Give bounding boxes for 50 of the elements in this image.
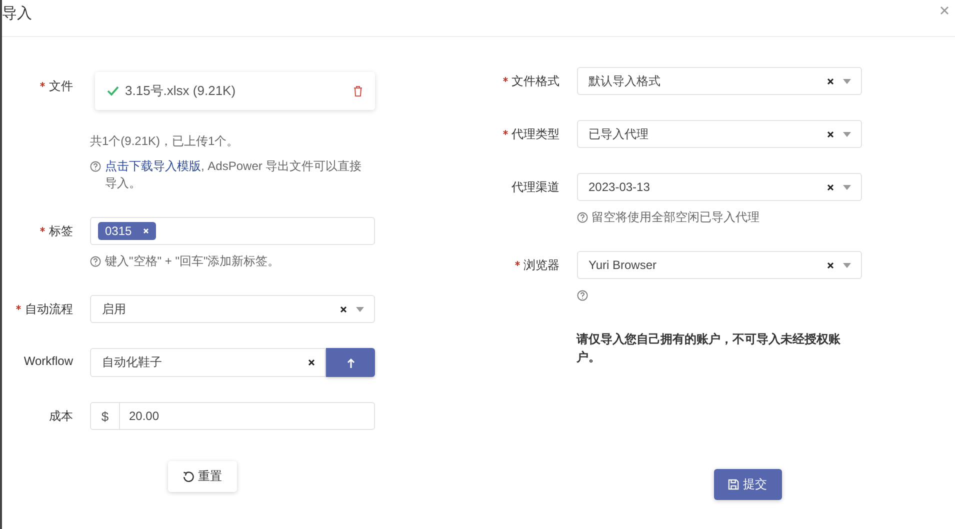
select-field[interactable]: 2023-03-13	[576, 173, 862, 201]
field-label: 文件	[49, 79, 73, 93]
warning-text: 请仅导入您自己拥有的账户，不可导入未经授权账户。	[576, 331, 842, 366]
field-label: 自动流程	[25, 302, 73, 316]
help-icon	[576, 212, 588, 223]
field-label: 文件格式	[512, 74, 560, 88]
file-name: 3.15号.xlsx (9.21K)	[125, 82, 236, 100]
arrow-up-icon	[346, 358, 354, 368]
select-field[interactable]: 启用	[90, 295, 375, 323]
clear-icon[interactable]	[340, 306, 347, 312]
caret-icon	[842, 262, 850, 268]
upload-summary: 共1个(9.21K)，已上传1个。	[90, 133, 240, 150]
caret-icon	[356, 306, 364, 312]
cost-field[interactable]: $ 20.00	[90, 402, 375, 430]
tag-chip: 0315	[98, 222, 156, 240]
clear-icon[interactable]	[826, 130, 834, 138]
caret-icon	[842, 184, 850, 190]
upload-button[interactable]	[326, 348, 375, 377]
help-text: 键入"空格" + "回车"添加新标签。	[105, 253, 281, 270]
select-field[interactable]: 默认导入格式	[576, 67, 862, 95]
close-icon[interactable]	[940, 6, 949, 15]
field-label: Workflow	[24, 354, 73, 368]
currency-prefix: $	[91, 403, 120, 429]
clear-icon[interactable]	[826, 78, 834, 84]
field-label: 代理类型	[512, 127, 560, 141]
workflow-field[interactable]: 自动化鞋子	[90, 348, 326, 377]
trash-icon[interactable]	[353, 85, 363, 97]
select-field[interactable]: 已导入代理	[576, 120, 862, 148]
save-icon	[728, 479, 739, 490]
field-label: 标签	[49, 224, 73, 238]
clear-icon[interactable]	[826, 262, 834, 268]
help-icon	[90, 161, 101, 172]
tag-input[interactable]: 0315	[90, 217, 375, 245]
clear-icon[interactable]	[826, 184, 834, 190]
dialog-title: 导入	[2, 4, 32, 23]
clear-icon[interactable]	[308, 359, 315, 366]
field-label: 代理渠道	[512, 180, 560, 194]
reset-button[interactable]: 重置	[168, 461, 237, 492]
select-field[interactable]: Yuri Browser	[576, 251, 862, 279]
help-text: 点击下载导入模版, AdsPower 导出文件可以直接导入。	[105, 158, 363, 192]
remove-icon[interactable]	[142, 228, 149, 234]
template-download-link[interactable]: 点击下载导入模版	[105, 159, 201, 173]
submit-button[interactable]: 提交	[714, 469, 782, 500]
caret-icon	[842, 78, 850, 84]
help-icon	[90, 256, 101, 267]
field-label: 成本	[49, 409, 73, 423]
field-label: 浏览器	[524, 258, 560, 272]
caret-icon	[842, 132, 850, 136]
help-text: 留空将使用全部空闲已导入代理	[592, 209, 760, 226]
reset-icon	[183, 471, 194, 482]
